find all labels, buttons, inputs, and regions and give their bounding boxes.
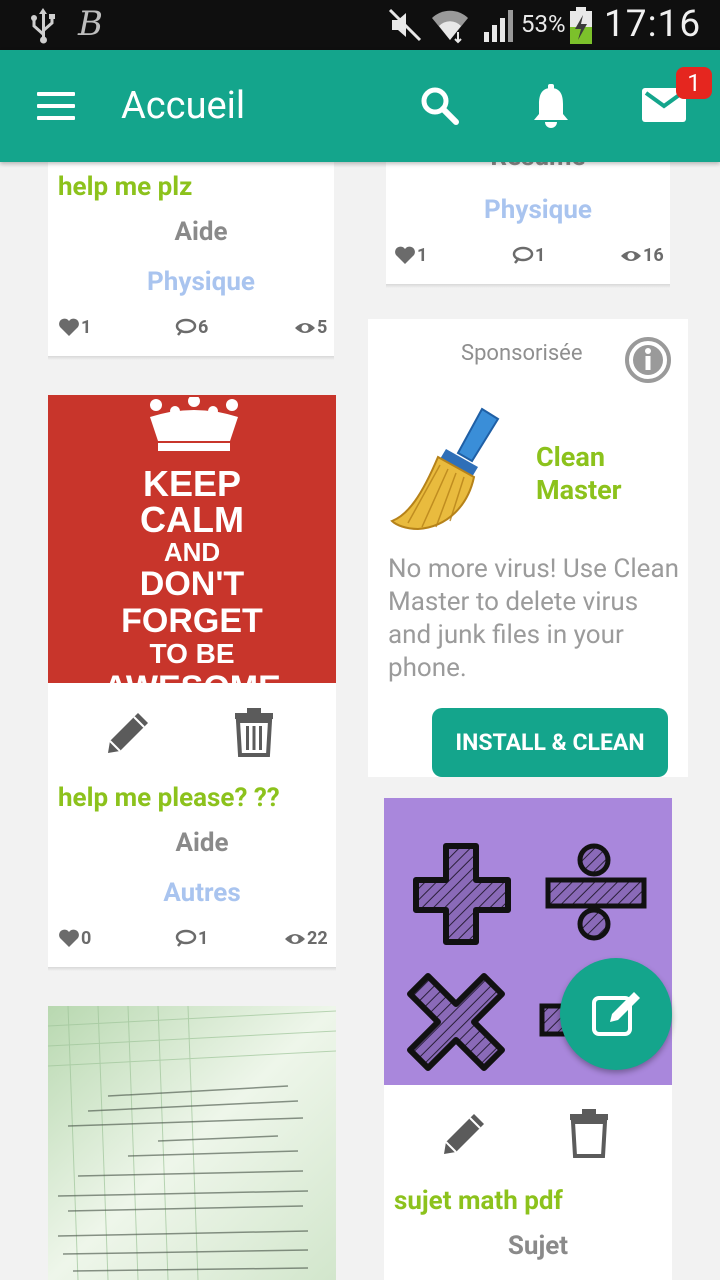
keep-calm-line: CALM (140, 499, 244, 540)
usb-icon (31, 8, 55, 44)
views-stat: 5 (294, 317, 327, 338)
likes-count: 1 (81, 317, 92, 338)
signal-icon (484, 10, 513, 42)
eye-icon (295, 322, 315, 333)
comment-icon (175, 318, 197, 336)
post-card[interactable]: help me plz Aide Physique 1 6 5 (48, 162, 334, 360)
crown-icon (150, 397, 238, 451)
battery-percent: 53% (521, 10, 566, 38)
views-count: 16 (643, 245, 664, 266)
keep-calm-line: AWESOME (48, 669, 336, 683)
clock: 17:16 (604, 3, 702, 46)
feed[interactable]: help me plz Aide Physique 1 6 5 Résumé P… (0, 162, 720, 1280)
heart-icon (395, 246, 415, 264)
views-count: 5 (317, 317, 328, 338)
views-stat: 22 (284, 928, 328, 949)
vibrate-mute-icon (388, 8, 422, 42)
heart-icon (59, 318, 79, 336)
bell-icon[interactable] (532, 84, 570, 128)
post-image[interactable]: KEEP CALM AND DON'T FORGET TO BE AWESOME (48, 395, 336, 683)
eye-icon (285, 933, 305, 944)
comments-count: 1 (198, 928, 209, 949)
clean-master-logo-icon (390, 407, 500, 531)
post-subject: Physique (484, 195, 592, 225)
new-post-fab[interactable] (560, 958, 672, 1070)
battery-charging-icon (570, 7, 592, 44)
wifi-icon (432, 10, 468, 44)
comments-stat[interactable]: 1 (512, 245, 545, 266)
keep-calm-line: TO BE (149, 638, 235, 669)
sponsored-ad-card[interactable]: Sponsorisée Clean Master No more virus! … (368, 319, 688, 777)
sponsored-label: Sponsorisée (461, 341, 583, 366)
b-notification-icon: B (78, 4, 103, 44)
keep-calm-line: FORGET (121, 602, 263, 640)
ad-app-name[interactable]: Clean Master (536, 441, 666, 507)
edit-icon[interactable] (440, 1108, 490, 1158)
eye-icon (621, 250, 641, 261)
likes-count: 1 (417, 245, 428, 266)
comment-icon (175, 929, 197, 947)
info-icon[interactable] (624, 336, 672, 384)
post-subject: Autres (163, 878, 241, 908)
delete-icon[interactable] (568, 1108, 610, 1158)
heart-icon (59, 929, 79, 947)
post-heading-partial: Résumé (386, 162, 690, 172)
delete-icon[interactable] (233, 707, 275, 757)
status-bar: B 53% 17:16 (0, 0, 720, 50)
post-card[interactable] (48, 1006, 336, 1280)
views-stat: 16 (620, 245, 664, 266)
comments-stat[interactable]: 1 (175, 928, 208, 949)
app-bar: Accueil 1 (0, 50, 720, 162)
post-category: Aide (175, 828, 229, 858)
post-image[interactable] (48, 1006, 336, 1280)
likes-count: 0 (81, 928, 92, 949)
likes-stat[interactable]: 1 (58, 317, 91, 338)
mail-badge: 1 (676, 67, 712, 99)
comments-count: 6 (198, 317, 209, 338)
search-icon[interactable] (420, 86, 460, 126)
edit-icon[interactable] (104, 707, 154, 757)
likes-stat[interactable]: 1 (394, 245, 427, 266)
post-title[interactable]: help me plz (58, 172, 192, 202)
install-button[interactable]: INSTALL & CLEAN (432, 708, 668, 777)
menu-icon[interactable] (37, 92, 75, 120)
compose-icon (592, 992, 640, 1036)
ad-description: No more virus! Use Clean Master to delet… (388, 554, 679, 683)
keep-calm-line: DON'T (139, 565, 245, 603)
comment-icon (512, 246, 534, 264)
keep-calm-line: AND (163, 537, 221, 567)
likes-stat[interactable]: 0 (58, 928, 91, 949)
post-category: Aide (174, 217, 228, 247)
post-title[interactable]: sujet math pdf (394, 1186, 563, 1216)
comments-stat[interactable]: 6 (175, 317, 208, 338)
worksheet-photo (48, 1006, 336, 1280)
page-title: Accueil (121, 84, 246, 128)
post-card[interactable]: KEEP CALM AND DON'T FORGET TO BE AWESOME… (48, 395, 336, 971)
post-subject: Physique (147, 267, 255, 297)
post-title[interactable]: help me please? ?? (58, 783, 280, 813)
comments-count: 1 (535, 245, 546, 266)
post-card[interactable]: Résumé Physique 1 1 16 (386, 162, 670, 288)
post-category: Sujet (507, 1231, 569, 1261)
views-count: 22 (307, 928, 328, 949)
